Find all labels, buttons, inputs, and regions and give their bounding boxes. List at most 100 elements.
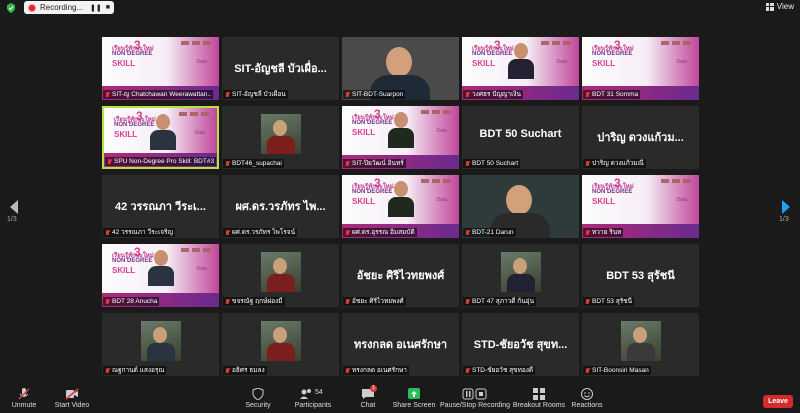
participant-tile[interactable]: อธิศร ธมลง [222, 313, 339, 376]
participant-tile[interactable]: ขจรณัฐ ฤกษ์ผ่องมี [222, 244, 339, 307]
mic-muted-icon [18, 388, 30, 400]
security-button[interactable]: Security [228, 388, 288, 409]
participant-tile[interactable]: ทรงกลด อเนศรักษา ทรงกลด อเนศรักษา [342, 313, 459, 376]
top-bar: Recording... ❚❚ ■ View [0, 0, 800, 16]
sponsor-logos [661, 41, 691, 45]
participant-name-label: SIT-BDT-Suarpon [343, 90, 406, 99]
participant-name: STD-ชัยอวัช สุขทองดี [472, 367, 534, 374]
participant-name: BDT46_supachai [232, 160, 282, 167]
leave-button[interactable]: Leave [763, 395, 793, 408]
mic-muted-icon [105, 367, 110, 374]
view-label: View [776, 2, 794, 11]
slide-text: SKILL [112, 59, 136, 68]
participant-tile[interactable]: 3 เรียนรู้ทักษะใหม่ NON DEGREE SKILL Dat… [342, 175, 459, 238]
participant-tile[interactable]: ปาริญ ดวงแก้วม... ปาริญ ดวงแก้วมณี [582, 106, 699, 169]
mic-muted-icon [585, 91, 590, 98]
participant-tile[interactable]: 3 เรียนรู้ทักษะใหม่ NON DEGREE SKILL Dat… [102, 244, 219, 307]
participant-tile[interactable]: 3 เรียนรู้ทักษะใหม่ NON DEGREE SKILL Dat… [582, 175, 699, 238]
mic-muted-icon [225, 298, 230, 305]
participant-tile[interactable]: BDT46_supachai [222, 106, 339, 169]
participants-button[interactable]: 54 Participants [283, 388, 343, 409]
shield-icon[interactable] [6, 3, 16, 13]
participant-name: BDT 53 สุรัชนี [592, 298, 633, 305]
participant-name-label: SIT-ปิยวัฒน์ อินทร์ [343, 159, 406, 168]
sponsor-logos [181, 41, 211, 45]
participant-name-label: STD-ชัยอวัช สุขทองดี [463, 366, 536, 375]
mic-muted-icon [585, 160, 590, 167]
participant-tile[interactable]: BDT-21 Darun [462, 175, 579, 238]
participant-name: SIT-อัญชลี บัวเผื่อน [232, 91, 286, 98]
participant-display-name: ผศ.ดร.วรภัทร ไพ... [235, 201, 326, 213]
participant-name: SPU Non-Degree Pro Skill: BDT#3 [114, 158, 215, 165]
participant-profile-picture [621, 321, 661, 361]
pause-icon[interactable]: ❚❚ [90, 4, 102, 12]
next-page-button[interactable]: 1/3 [779, 200, 791, 223]
participant-tile[interactable]: อัชยะ ศิริไวทยพงศ์ อัชยะ ศิริไวทยพงศ์ [342, 244, 459, 307]
participant-tile[interactable]: 3 เรียนรู้ทักษะใหม่ NON DEGREE SKILL Dat… [462, 37, 579, 100]
sponsor-logos [661, 179, 691, 183]
mic-muted-icon [105, 91, 110, 98]
participant-tile[interactable]: SIT-Boonsiri Masan [582, 313, 699, 376]
prev-page-button[interactable]: 1/3 [7, 200, 19, 223]
participant-name: ผศ.ดร.อุรรณ อิ่มสมบัติ [352, 229, 415, 236]
security-label: Security [245, 402, 271, 409]
participant-name-label: SIT-Boonsiri Masan [583, 366, 651, 375]
participant-video [386, 177, 416, 217]
start-video-button[interactable]: Start Video [42, 388, 102, 409]
start-video-label: Start Video [54, 402, 90, 409]
page-indicator-right: 1/3 [779, 216, 789, 223]
slide-text: SKILL [352, 197, 376, 206]
participant-tile[interactable]: SIT-อัญชลี บัวเผื่อ... SIT-อัญชลี บัวเผื่… [222, 37, 339, 100]
participant-display-name: BDT 50 Suchart [479, 128, 562, 140]
sponsor-logos [541, 41, 571, 45]
mic-muted-icon [225, 367, 230, 374]
mic-muted-icon [225, 91, 230, 98]
participant-name-label: SIT-อัญชลี บัวเผื่อน [223, 90, 288, 99]
participant-display-name: อัชยะ ศิริไวทยพงศ์ [356, 270, 445, 282]
mic-muted-icon [585, 298, 590, 305]
pause-stop-recording-button[interactable]: Pause/Stop Recording [440, 388, 510, 409]
participant-tile[interactable]: 3 เรียนรู้ทักษะใหม่ NON DEGREE SKILL Dat… [342, 106, 459, 169]
participant-name: BDT 50 Suchart [472, 160, 519, 167]
participant-display-name: STD-ชัยอวัช สุขท... [473, 339, 568, 351]
participant-display-name: BDT 53 สุรัชนี [606, 270, 675, 282]
slide-text: SKILL [472, 59, 496, 68]
participant-tile[interactable]: BDT 50 Suchart BDT 50 Suchart [462, 106, 579, 169]
participant-display-name: ปาริญ ดวงแก้วม... [597, 132, 684, 144]
participant-tile[interactable]: 3 เรียนรู้ทักษะใหม่ NON DEGREE SKILL Dat… [102, 106, 219, 169]
participant-tile[interactable]: SIT-BDT-Suarpon [342, 37, 459, 100]
participant-tile[interactable]: ณฐกานต์ แสงอรุณ [102, 313, 219, 376]
mic-muted-icon [345, 367, 350, 374]
participant-tile[interactable]: BDT 53 สุรัชนี BDT 53 สุรัชนี [582, 244, 699, 307]
view-button[interactable]: View [765, 2, 794, 11]
participant-name: BDT 31 Somma [592, 91, 639, 98]
mic-muted-icon [465, 160, 470, 167]
participant-name: ทวาย รินท [592, 229, 622, 236]
participant-profile-picture [501, 252, 541, 292]
page-indicator-left: 1/3 [7, 216, 17, 223]
mic-muted-icon [105, 298, 110, 305]
stop-icon[interactable]: ■ [106, 4, 110, 11]
participant-name: ทรงกลด อเนศรักษา [352, 367, 407, 374]
participant-tile[interactable]: 3 เรียนรู้ทักษะใหม่ NON DEGREE SKILL Dat… [102, 37, 219, 100]
mic-muted-icon [345, 160, 350, 167]
recording-dot-icon [28, 3, 36, 12]
participant-tile[interactable]: BDT 47 สุภาวดี ก้นอุ่น [462, 244, 579, 307]
participant-name-label: BDT 47 สุภาวดี ก้นอุ่น [463, 297, 537, 306]
participant-tile[interactable]: STD-ชัยอวัช สุขท... STD-ชัยอวัช สุขทองดี [462, 313, 579, 376]
participant-name-label: ทวาย รินท [583, 228, 624, 237]
slide-text: Data [196, 59, 207, 65]
participant-profile-picture [261, 252, 301, 292]
meeting-toolbar: Unmute Start Video Security 54 Participa… [0, 384, 800, 413]
participants-icon: 54 [299, 388, 327, 400]
participant-tile[interactable]: 3 เรียนรู้ทักษะใหม่ NON DEGREE SKILL Dat… [582, 37, 699, 100]
participant-tile[interactable]: ผศ.ดร.วรภัทร ไพ... ผศ.ดร.วรภัทร ไพโรจน์ [222, 175, 339, 238]
participant-name-label: ปาริญ ดวงแก้วมณี [583, 159, 646, 168]
participant-name-label: ทรงกลด อเนศรักษา [343, 366, 409, 375]
participant-profile-picture [261, 114, 301, 154]
participant-tile[interactable]: 42 วรรณภา วีระเ... 42 วรรณภา วีระเจริญ [102, 175, 219, 238]
slide-text: Data [436, 128, 447, 134]
share-screen-button[interactable]: Share Screen [384, 388, 444, 409]
mic-muted-icon [585, 229, 590, 236]
reactions-button[interactable]: Reactions [557, 388, 617, 409]
